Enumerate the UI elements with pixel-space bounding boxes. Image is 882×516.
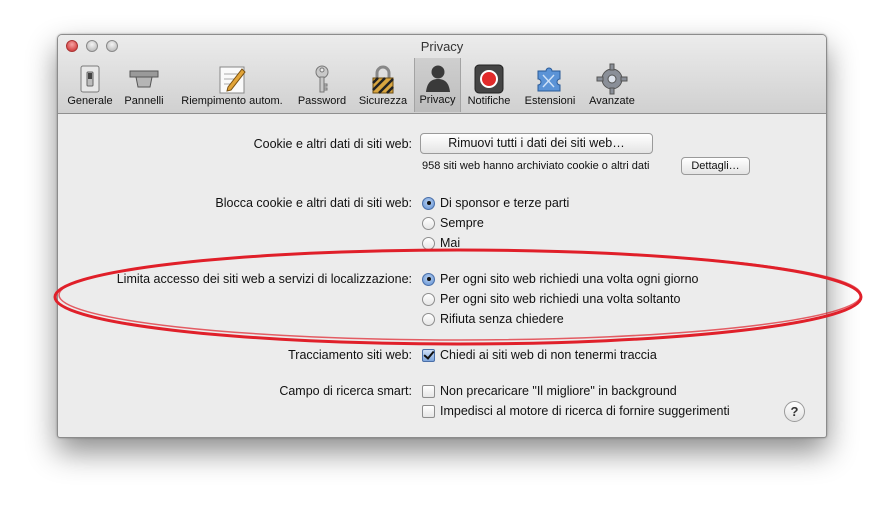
highlight-oval-annotation: [53, 248, 863, 346]
